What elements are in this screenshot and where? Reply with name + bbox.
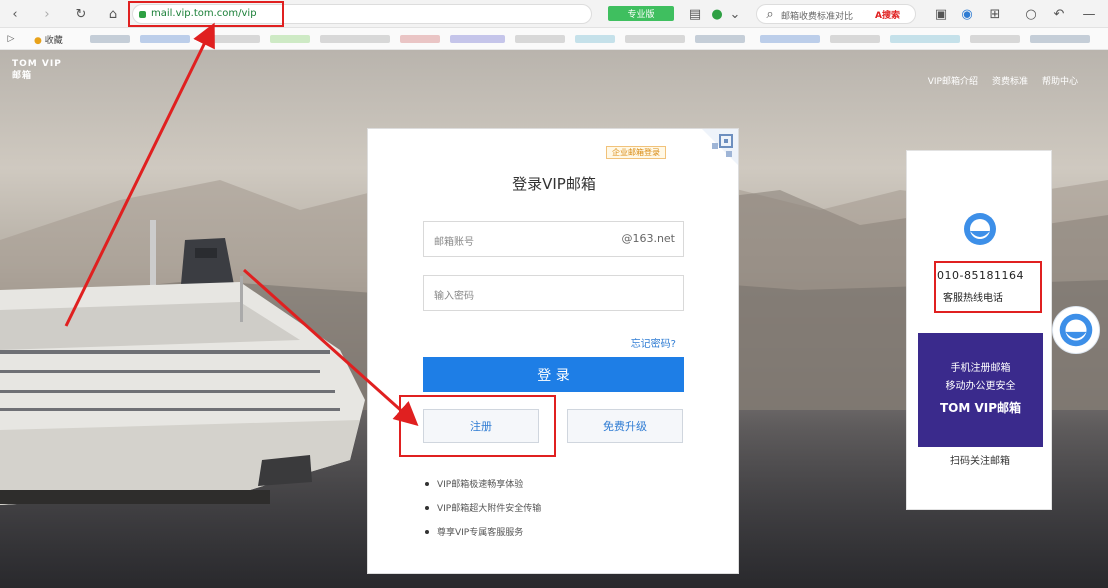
list-item: VIP邮箱极速畅享体验 — [423, 479, 541, 503]
bookmark-item[interactable] — [515, 35, 565, 43]
nav-link-help[interactable]: 帮助中心 — [1042, 74, 1078, 87]
leaf-icon[interactable]: ● — [708, 5, 726, 23]
password-placeholder: 输入密码 — [434, 291, 474, 302]
password-field[interactable]: 输入密码 — [423, 275, 684, 311]
nav-link-pricing[interactable]: 资费标准 — [992, 74, 1028, 87]
mode-pill[interactable]: 专业版 — [608, 6, 674, 21]
customer-service-panel: 010-85181164 客服热线电话 手机注册邮箱 移动办公更安全 TOM V… — [906, 150, 1052, 510]
enterprise-login-badge[interactable]: 企业邮箱登录 — [606, 146, 666, 159]
qr-code-icon[interactable] — [690, 129, 738, 177]
bookmark-item[interactable] — [890, 35, 960, 43]
bookmark-item[interactable] — [830, 35, 880, 43]
promo-title: TOM VIP邮箱 — [939, 401, 1022, 415]
nav-link-intro[interactable]: VIP邮箱介绍 — [928, 74, 978, 87]
bookmark-item[interactable] — [760, 35, 820, 43]
hotline-annotation-box — [934, 261, 1042, 313]
bookmark-item[interactable] — [400, 35, 440, 43]
cruise-ship-image — [0, 220, 365, 505]
top-nav: VIP邮箱介绍 资费标准 帮助中心 — [928, 74, 1078, 87]
search-box[interactable]: ⌕ 邮箱收费标准对比 A搜索 — [756, 4, 916, 24]
search-engine-badge: A搜索 — [875, 11, 900, 21]
bookmark-folder[interactable]: ● 收藏 — [34, 33, 63, 46]
tom-vip-logo[interactable]: TOM VIP 邮箱 — [12, 58, 62, 82]
chevron-down-icon[interactable]: ⌄ — [726, 5, 744, 23]
mobile-promo-banner[interactable]: 手机注册邮箱 移动办公更安全 TOM VIP邮箱 — [918, 333, 1043, 447]
login-button[interactable]: 登 录 — [423, 357, 684, 392]
bookmark-item[interactable] — [90, 35, 130, 43]
search-icon: ⌕ — [766, 6, 774, 22]
reload-icon[interactable]: ↻ — [72, 5, 90, 23]
window-icon[interactable]: ▣ — [932, 5, 950, 23]
bookmarks-bar: ▷ ● 收藏 — [0, 28, 1108, 50]
undo-icon[interactable]: ↶ — [1050, 5, 1068, 23]
apps-icon[interactable]: ⊞ — [986, 5, 1004, 23]
login-card: 企业邮箱登录 登录VIP邮箱 邮箱账号 @163.net 输入密码 忘记密码? … — [367, 128, 739, 574]
back-icon[interactable]: ‹ — [6, 5, 24, 23]
reader-icon[interactable]: ▤ — [686, 5, 704, 23]
home-icon[interactable]: ⌂ — [104, 5, 122, 23]
star-icon: ● — [34, 36, 42, 46]
menu-icon[interactable]: — — [1080, 5, 1098, 23]
globe-icon[interactable]: ◉ — [958, 5, 976, 23]
bookmark-item[interactable] — [200, 35, 260, 43]
qr-caption: 扫码关注邮箱 — [950, 456, 1010, 467]
username-field[interactable]: 邮箱账号 @163.net — [423, 221, 684, 257]
sidebar-toggle-icon[interactable]: ▷ — [2, 30, 20, 48]
bookmark-item[interactable] — [270, 35, 310, 43]
bookmark-item[interactable] — [450, 35, 505, 43]
register-annotation-box — [399, 395, 556, 457]
list-item: 尊享VIP专属客服服务 — [423, 527, 541, 551]
benefits-list: VIP邮箱极速畅享体验 VIP邮箱超大附件安全传输 尊享VIP专属客服服务 — [423, 479, 541, 551]
promo-line: 手机注册邮箱 — [950, 363, 1011, 374]
bookmark-item[interactable] — [625, 35, 685, 43]
floating-service-icon[interactable] — [1052, 306, 1100, 354]
domain-suffix: @163.net — [621, 232, 675, 245]
free-upgrade-button[interactable]: 免费升级 — [567, 409, 683, 443]
forward-icon[interactable]: › — [38, 5, 56, 23]
promo-line: 移动办公更安全 — [945, 381, 1016, 392]
login-title: 登录VIP邮箱 — [512, 175, 596, 193]
bookmark-item[interactable] — [1030, 35, 1090, 43]
bookmark-item[interactable] — [695, 35, 745, 43]
list-item: VIP邮箱超大附件安全传输 — [423, 503, 541, 527]
bookmark-item[interactable] — [970, 35, 1020, 43]
bookmark-item[interactable] — [140, 35, 190, 43]
url-annotation-box — [128, 1, 284, 27]
username-placeholder: 邮箱账号 — [434, 237, 474, 248]
bookmark-item[interactable] — [575, 35, 615, 43]
bookmark-item[interactable] — [320, 35, 390, 43]
forgot-password-link[interactable]: 忘记密码? — [631, 335, 676, 350]
customer-service-icon — [964, 213, 996, 245]
search-text: 邮箱收费标准对比 — [781, 12, 854, 22]
mail-login-page: TOM VIP 邮箱 VIP邮箱介绍 资费标准 帮助中心 企业邮箱登录 登录VI… — [0, 50, 1108, 588]
circle-icon[interactable]: ○ — [1022, 5, 1040, 23]
